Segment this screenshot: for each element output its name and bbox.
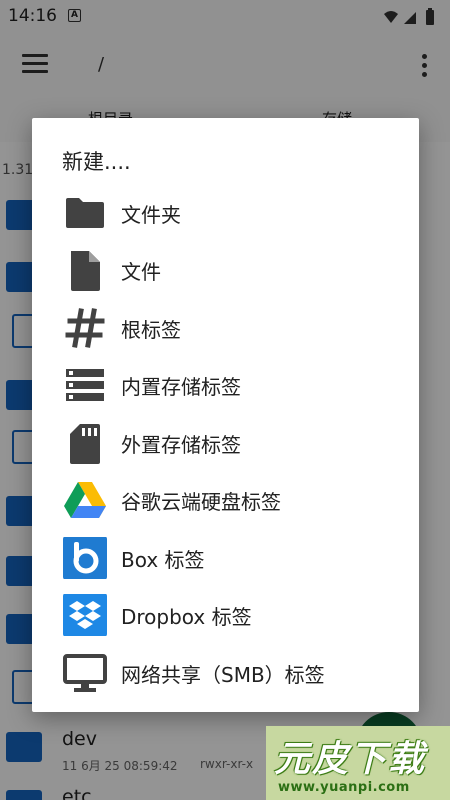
new-item-dialog: 新建.... 文件夹 文件 根标签 内置存储标签 外置存储标签 谷歌云端硬盘标签… <box>32 118 419 712</box>
option-root-tag[interactable]: 根标签 <box>32 299 419 356</box>
option-label: 文件夹 <box>121 203 181 227</box>
option-label: 外置存储标签 <box>121 433 241 457</box>
option-label: Box 标签 <box>121 548 205 572</box>
file-icon <box>71 251 100 291</box>
watermark-url: www.yuanpi.com <box>278 780 410 795</box>
option-label: 谷歌云端硬盘标签 <box>121 490 281 514</box>
option-label: 根标签 <box>121 318 181 342</box>
option-internal-storage-tag[interactable]: 内置存储标签 <box>32 356 419 413</box>
sd-card-icon <box>70 424 100 464</box>
option-label: 内置存储标签 <box>121 375 241 399</box>
dialog-title: 新建.... <box>62 150 131 174</box>
monitor-icon <box>63 654 107 692</box>
watermark-logo: 元皮下载 www.yuanpi.com <box>266 726 450 800</box>
option-label: 文件 <box>121 260 161 284</box>
option-label: Dropbox 标签 <box>121 605 252 629</box>
watermark-title: 元皮下载 <box>274 739 427 780</box>
option-google-drive-tag[interactable]: 谷歌云端硬盘标签 <box>32 471 419 528</box>
option-smb-tag[interactable]: 网络共享（SMB）标签 <box>32 644 419 701</box>
folder-icon <box>66 198 104 228</box>
option-folder[interactable]: 文件夹 <box>32 184 419 241</box>
dropbox-icon <box>63 594 107 636</box>
hash-icon <box>65 308 105 348</box>
box-icon <box>63 537 107 579</box>
google-drive-icon <box>64 482 106 518</box>
option-box-tag[interactable]: Box 标签 <box>32 529 419 586</box>
option-file[interactable]: 文件 <box>32 241 419 298</box>
option-external-storage-tag[interactable]: 外置存储标签 <box>32 414 419 471</box>
option-dropbox-tag[interactable]: Dropbox 标签 <box>32 586 419 643</box>
storage-icon <box>66 369 104 401</box>
option-label: 网络共享（SMB）标签 <box>121 663 325 687</box>
